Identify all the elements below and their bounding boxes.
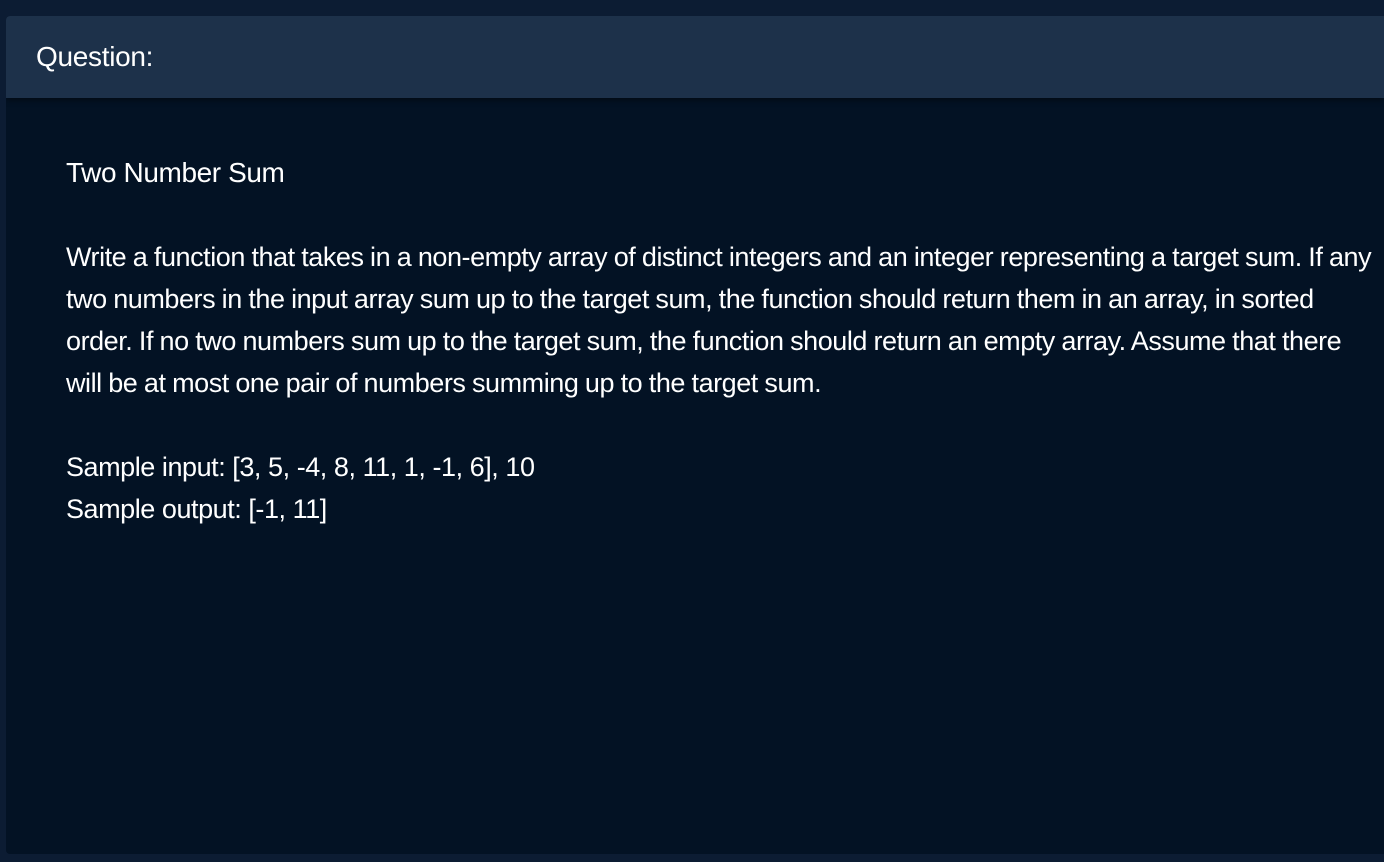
sample-output: Sample output: [-1, 11]: [66, 494, 327, 524]
sample-input: Sample input: [3, 5, -4, 8, 11, 1, -1, 6…: [66, 452, 535, 482]
panel-header-label: Question:: [36, 41, 154, 72]
panel-header: Question:: [6, 16, 1384, 98]
question-description: Write a function that takes in a non-emp…: [66, 242, 1372, 398]
question-panel: Question: Two Number Sum Write a functio…: [6, 16, 1384, 854]
question-content: Two Number Sum Write a function that tak…: [6, 98, 1384, 530]
question-title: Two Number Sum: [66, 157, 285, 188]
sample-block: Sample input: [3, 5, -4, 8, 11, 1, -1, 6…: [66, 446, 1354, 530]
